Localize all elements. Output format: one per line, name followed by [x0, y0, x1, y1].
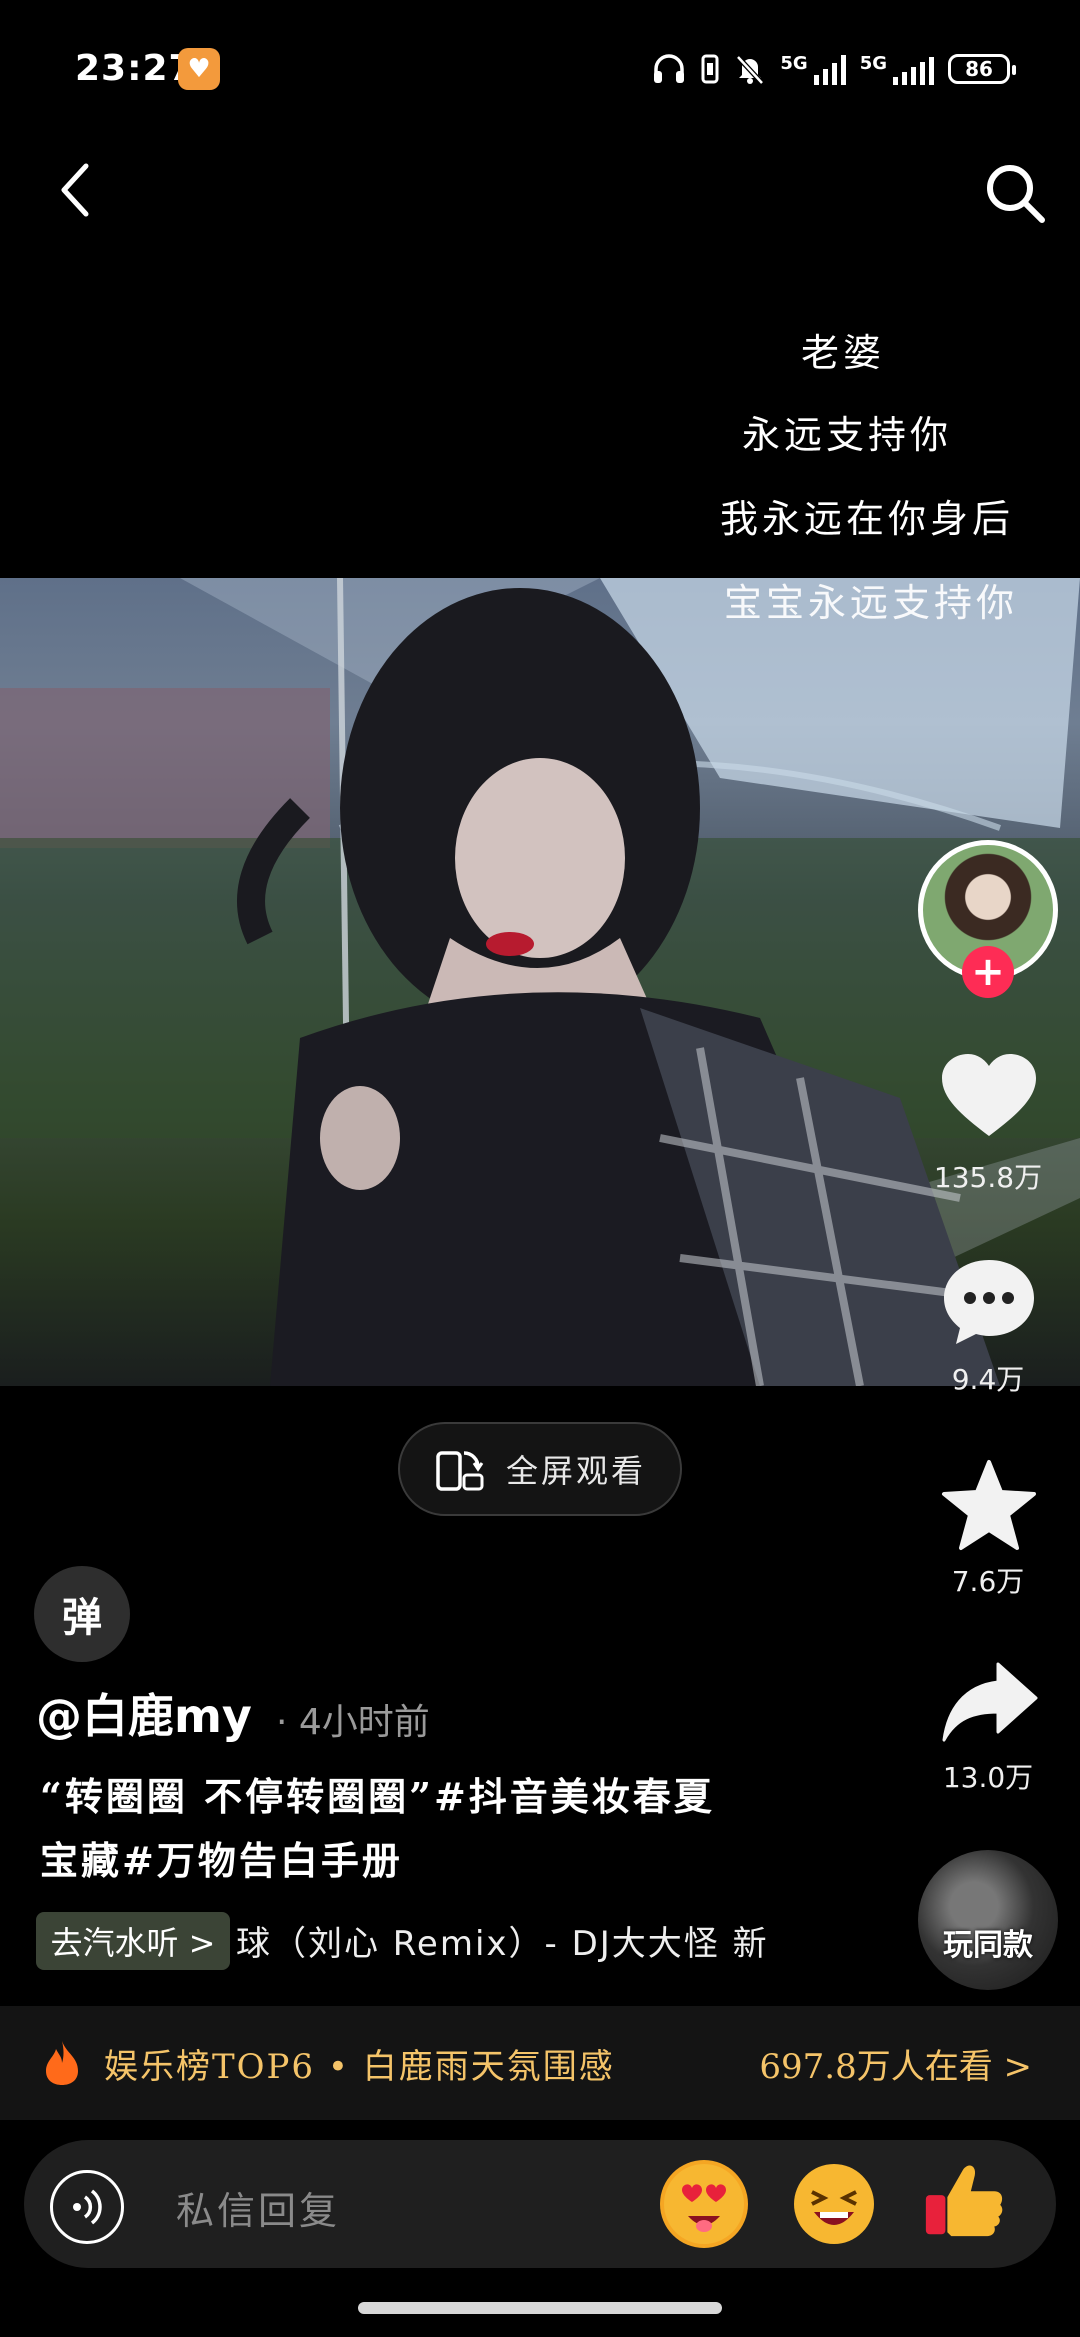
message-input[interactable]: 私信回复 — [176, 2180, 340, 2235]
thumbs-up-emoji-button[interactable] — [920, 2156, 1008, 2244]
headphones-icon — [654, 54, 685, 83]
ranking-viewers: 697.8万人在看 > — [759, 2046, 1032, 2087]
like-heart-icon[interactable] — [940, 1052, 1038, 1140]
fire-icon — [46, 2041, 78, 2085]
fullscreen-button[interactable]: 全屏观看 — [398, 1422, 682, 1516]
like-count: 135.8万 — [933, 1161, 1043, 1194]
lyric-line-3: 我永远在你身后 — [719, 497, 1014, 541]
fullscreen-rotate-icon — [436, 1451, 484, 1491]
ranking-text: 娱乐榜TOP6 • 白鹿雨天氛围感 — [104, 2046, 615, 2087]
video-frame — [0, 578, 1080, 1386]
heart-eyes-emoji-icon — [664, 2164, 744, 2244]
caption-line-1[interactable]: “转圈圈 不停转圈圈”#抖音美妆春夏 — [40, 1766, 715, 1821]
laughing-emoji-button[interactable] — [790, 2160, 878, 2248]
favorite-count: 7.6万 — [951, 1565, 1025, 1598]
battery-icon: 86 — [948, 54, 1016, 84]
post-time: · 4小时前 — [276, 1702, 430, 1743]
thumbs-up-emoji-icon — [925, 2165, 1003, 2237]
heart-eyes-emoji-button[interactable] — [660, 2160, 748, 2248]
music-title[interactable]: 球（刘心 Remix）- DJ大大怪 新 — [236, 1916, 816, 1965]
caption-line-2[interactable]: 宝藏#万物告白手册 — [40, 1830, 403, 1885]
laughing-emoji-icon — [794, 2164, 874, 2244]
follow-plus-button[interactable]: + — [962, 946, 1014, 998]
app-notification-icon: ♥ — [178, 48, 220, 90]
comment-icon[interactable] — [940, 1256, 1038, 1348]
back-icon[interactable] — [52, 160, 102, 220]
search-icon[interactable] — [980, 158, 1050, 228]
share-arrow-icon[interactable] — [940, 1660, 1038, 1744]
voice-wave-icon — [73, 2189, 102, 2225]
share-count: 13.0万 — [942, 1761, 1034, 1794]
voice-input-button[interactable] — [50, 2170, 124, 2244]
signal-icon-1: 5G — [780, 53, 846, 85]
danmaku-toggle-button[interactable]: 弹 — [34, 1566, 130, 1662]
favorite-star-icon[interactable] — [940, 1458, 1038, 1552]
vibrate-icon — [701, 54, 719, 84]
fullscreen-label: 全屏观看 — [505, 1452, 646, 1490]
danmaku-label: 弹 — [62, 1595, 102, 1641]
status-icons: 5G 5G 86 — [652, 46, 1016, 92]
video-player[interactable] — [0, 578, 1080, 1386]
mute-bell-icon — [736, 55, 765, 85]
same-style-label: 玩同款 — [943, 1928, 1033, 1963]
lyric-line-4: 宝宝永远支持你 — [723, 581, 1018, 625]
same-style-button[interactable]: 玩同款 — [918, 1850, 1058, 1990]
signal-icon-2: 5G — [860, 53, 934, 85]
lyric-line-2: 永远支持你 — [741, 413, 952, 457]
status-time: 23:27 — [75, 48, 195, 89]
home-indicator[interactable] — [358, 2302, 722, 2314]
lyric-line-1: 老婆 — [800, 331, 885, 375]
open-in-qishui-button[interactable]: 去汽水听 > — [36, 1912, 230, 1970]
comment-count: 9.4万 — [951, 1363, 1025, 1396]
ranking-banner[interactable]: 娱乐榜TOP6 • 白鹿雨天氛围感 697.8万人在看 > — [0, 2006, 1080, 2120]
author-name[interactable]: @白鹿my — [36, 1680, 252, 1746]
